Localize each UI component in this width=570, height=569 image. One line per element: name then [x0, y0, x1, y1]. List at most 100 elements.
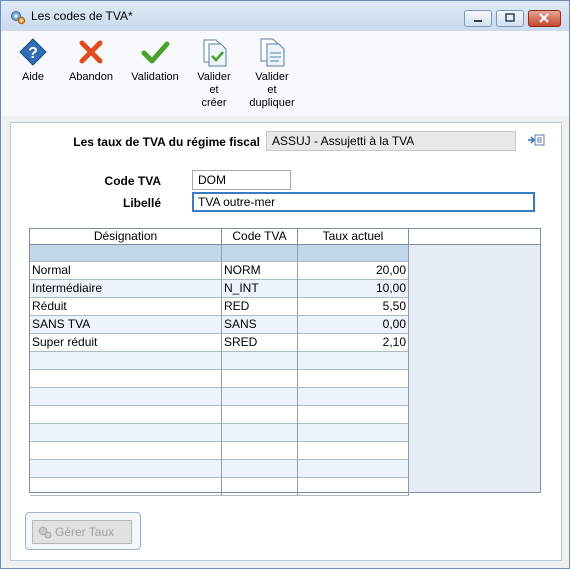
taux-actuel-cell[interactable]: 10,00	[298, 280, 409, 298]
taux-actuel-cell[interactable]: 0,00	[298, 316, 409, 334]
code-tva-cell[interactable]	[222, 424, 298, 442]
minimize-button[interactable]	[464, 10, 492, 27]
taux-actuel-cell[interactable]	[298, 460, 409, 478]
taux-actuel-cell[interactable]	[298, 442, 409, 460]
code-tva-cell[interactable]: N_INT	[222, 280, 298, 298]
valider-creer-line1: Valider	[197, 71, 231, 83]
code-tva-cell[interactable]: NORM	[222, 262, 298, 280]
column-header-code-tva[interactable]: Code TVA	[222, 229, 298, 245]
filter-cell[interactable]	[222, 245, 298, 262]
designation-cell[interactable]	[30, 370, 222, 388]
abandon-button[interactable]: Abandon	[65, 37, 117, 84]
minimize-icon	[474, 20, 482, 22]
designation-cell[interactable]	[30, 478, 222, 496]
title-bar[interactable]: Les codes de TVA*	[1, 1, 569, 31]
help-icon: ?	[19, 38, 47, 66]
code-tva-input[interactable]: DOM	[192, 170, 291, 190]
code-tva-cell[interactable]: SANS	[222, 316, 298, 334]
designation-cell[interactable]	[30, 352, 222, 370]
taux-actuel-cell[interactable]	[298, 370, 409, 388]
valider-dupliquer-line1: Valider	[255, 71, 289, 83]
designation-cell[interactable]	[30, 442, 222, 460]
column-header-taux-actuel[interactable]: Taux actuel	[298, 229, 409, 245]
valider-creer-line3: créer	[201, 97, 227, 109]
code-tva-cell[interactable]	[222, 370, 298, 388]
toolbar: ? Aide Abandon Validation Valider et cré	[1, 31, 569, 116]
code-tva-label: Code TVA	[104, 174, 161, 188]
valider-creer-button[interactable]: Valider et créer	[191, 37, 237, 110]
filter-row[interactable]	[30, 245, 409, 262]
maximize-button[interactable]	[496, 10, 524, 27]
table-row[interactable]: Intermédiaire N_INT 10,00	[30, 280, 409, 298]
regime-label: Les taux de TVA du régime fiscal	[73, 135, 260, 149]
svg-text:?: ?	[28, 45, 38, 62]
taux-actuel-cell[interactable]	[298, 478, 409, 496]
tva-rates-table: Désignation Code TVA Taux actuel Normal N…	[29, 228, 541, 496]
designation-cell[interactable]	[30, 388, 222, 406]
valider-dupliquer-line2: et	[267, 84, 277, 96]
libelle-input[interactable]: TVA outre-mer	[192, 192, 535, 212]
filter-cell[interactable]	[30, 245, 222, 262]
empty-table-row[interactable]	[30, 406, 409, 424]
designation-cell[interactable]: Intermédiaire	[30, 280, 222, 298]
empty-table-row[interactable]	[30, 460, 409, 478]
validation-button[interactable]: Validation	[129, 37, 181, 84]
code-tva-cell[interactable]: RED	[222, 298, 298, 316]
taux-actuel-cell[interactable]: 2,10	[298, 334, 409, 352]
gears-icon	[38, 526, 52, 539]
cancel-x-icon	[79, 40, 103, 64]
code-tva-cell[interactable]	[222, 442, 298, 460]
empty-table-row[interactable]	[30, 370, 409, 388]
aide-label: Aide	[21, 71, 45, 83]
code-tva-cell[interactable]	[222, 406, 298, 424]
taux-actuel-cell[interactable]: 5,50	[298, 298, 409, 316]
taux-actuel-cell[interactable]	[298, 352, 409, 370]
code-tva-cell[interactable]	[222, 388, 298, 406]
code-tva-cell[interactable]	[222, 352, 298, 370]
aide-button[interactable]: ? Aide	[13, 37, 53, 84]
document-check-icon	[203, 39, 227, 67]
column-header-empty	[409, 229, 540, 245]
table-empty-area	[409, 245, 540, 492]
window: Les codes de TVA* ? Aide Abandon Validat…	[0, 0, 570, 569]
designation-cell[interactable]: Réduit	[30, 298, 222, 316]
designation-cell[interactable]	[30, 406, 222, 424]
table-row[interactable]: Normal NORM 20,00	[30, 262, 409, 280]
empty-table-row[interactable]	[30, 352, 409, 370]
close-button[interactable]	[528, 10, 561, 27]
filter-cell[interactable]	[298, 245, 409, 262]
valider-creer-line2: et	[209, 84, 219, 96]
gears-icon	[11, 11, 26, 25]
maximize-icon	[505, 13, 515, 22]
taux-actuel-cell[interactable]	[298, 424, 409, 442]
code-tva-cell[interactable]	[222, 478, 298, 496]
table-row[interactable]: Réduit RED 5,50	[30, 298, 409, 316]
taux-actuel-cell[interactable]	[298, 388, 409, 406]
column-header-designation[interactable]: Désignation	[30, 229, 222, 245]
table-row[interactable]: SANS TVA SANS 0,00	[30, 316, 409, 334]
empty-table-row[interactable]	[30, 388, 409, 406]
designation-cell[interactable]: SANS TVA	[30, 316, 222, 334]
empty-table-row[interactable]	[30, 424, 409, 442]
empty-table-row[interactable]	[30, 478, 409, 496]
gerer-taux-frame: Gérer Taux	[25, 512, 141, 550]
valider-dupliquer-button[interactable]: Valider et dupliquer	[245, 37, 299, 110]
table-row[interactable]: Super réduit SRED 2,10	[30, 334, 409, 352]
valider-dupliquer-line3: dupliquer	[249, 97, 295, 109]
expand-list-icon[interactable]	[527, 133, 545, 147]
window-title: Les codes de TVA*	[31, 9, 133, 23]
designation-cell[interactable]: Normal	[30, 262, 222, 280]
duplicate-document-icon	[260, 38, 285, 67]
gerer-taux-button[interactable]: Gérer Taux	[32, 520, 132, 544]
taux-actuel-cell[interactable]	[298, 406, 409, 424]
designation-cell[interactable]: Super réduit	[30, 334, 222, 352]
empty-table-row[interactable]	[30, 442, 409, 460]
close-icon	[539, 13, 549, 23]
gerer-taux-label: Gérer Taux	[55, 525, 115, 539]
regime-field: ASSUJ - Assujetti à la TVA	[266, 131, 516, 151]
code-tva-cell[interactable]: SRED	[222, 334, 298, 352]
taux-actuel-cell[interactable]: 20,00	[298, 262, 409, 280]
designation-cell[interactable]	[30, 460, 222, 478]
code-tva-cell[interactable]	[222, 460, 298, 478]
designation-cell[interactable]	[30, 424, 222, 442]
